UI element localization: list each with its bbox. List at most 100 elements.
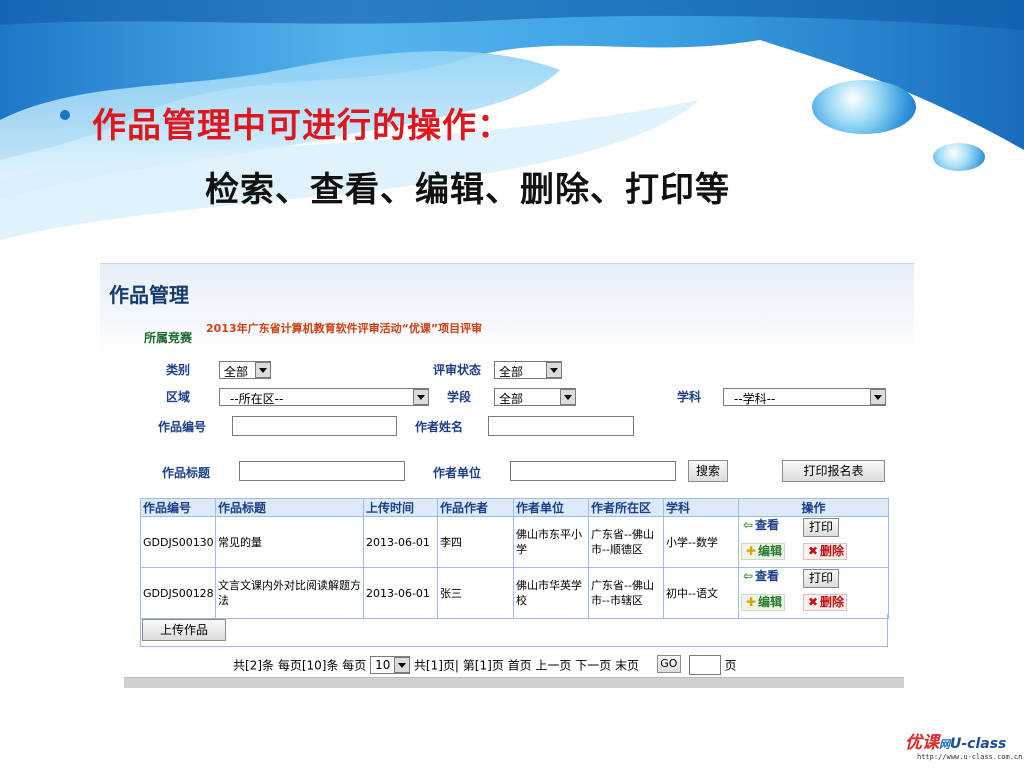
chevron-down-icon: [870, 389, 886, 405]
cell-work-title: 常见的量: [215, 516, 364, 568]
cell-author-unit: 佛山市华英学校: [513, 567, 589, 619]
cell-author: 李四: [437, 516, 514, 568]
stage-select[interactable]: 全部: [494, 388, 576, 406]
table-row: GDDJS00128 文言文课内外对比阅读解题方法 2013-06-01 张三 …: [140, 567, 889, 619]
per-page-select[interactable]: 10: [370, 656, 411, 674]
cell-author-unit: 佛山市东平小学: [513, 516, 589, 568]
review-status-label: 评审状态: [433, 363, 482, 377]
logo-text: 优课网U-class: [905, 728, 1022, 753]
page-number-input[interactable]: [688, 655, 721, 675]
column-header: 操作: [738, 498, 889, 517]
column-header[interactable]: 学科: [663, 498, 739, 517]
chevron-down-icon: [255, 362, 271, 378]
cell-subject: 小学--数学: [663, 516, 739, 568]
upload-row: 上传作品: [140, 614, 888, 647]
cell-work-id: GDDJS00130: [140, 516, 216, 568]
edit-label: 编辑: [758, 595, 783, 609]
work-id-input[interactable]: [232, 416, 397, 436]
delete-label: 删除: [820, 595, 845, 609]
bullet-icon: [60, 110, 70, 120]
delete-button[interactable]: ✖ 删除: [803, 594, 848, 611]
slide-title: 作品管理中可进行的操作：: [92, 106, 512, 146]
logo-url: http://www.u-class.com.cn: [917, 753, 1023, 761]
view-button[interactable]: ⇦ 查看: [741, 569, 779, 584]
cell-district: 广东省--佛山市--顺德区: [588, 516, 664, 568]
chevron-down-icon: [546, 362, 562, 378]
region-select[interactable]: --所在区--: [219, 388, 429, 406]
column-header[interactable]: 作品标题: [215, 498, 364, 517]
delete-button[interactable]: ✖ 删除: [803, 543, 848, 560]
cell-upload-time: 2013-06-01: [363, 516, 438, 568]
view-label: 查看: [755, 518, 780, 532]
work-management-panel: 作品管理 所属竞赛 2013年广东省计算机教育软件评审活动“优课”项目评审 类别…: [100, 263, 914, 688]
cell-actions: ⇦ 查看 打印 ✚ 编辑 ✖ 删除: [738, 516, 889, 568]
column-header[interactable]: 作者单位: [513, 498, 589, 517]
subject-label: 学科: [677, 390, 702, 404]
pager-summary: 共[2]条 每页[10]条 每页: [233, 658, 367, 673]
cell-work-id: GDDJS00128: [140, 567, 216, 619]
page-suffix: 页: [724, 658, 737, 673]
cell-work-title: 文言文课内外对比阅读解题方法: [215, 567, 364, 619]
author-name-input[interactable]: [488, 416, 634, 436]
work-title-input[interactable]: [239, 461, 405, 481]
works-table: 作品编号 作品标题 上传时间 作品作者 作者单位 作者所在区 学科 操作 GDD…: [140, 498, 889, 619]
print-list-button[interactable]: 打印报名表: [782, 460, 885, 482]
water-bubble-small: [933, 143, 985, 171]
review-status-select-value: 全部: [499, 365, 524, 379]
go-button[interactable]: GO: [656, 655, 681, 673]
bottom-scroll-bar: [124, 677, 904, 688]
logo-cn: 优课: [905, 733, 939, 753]
stage-label: 学段: [447, 390, 472, 404]
category-select[interactable]: 全部: [219, 361, 271, 379]
logo-mid: 网: [939, 738, 950, 751]
edit-label: 编辑: [758, 544, 783, 558]
view-label: 查看: [755, 569, 780, 583]
contest-label: 所属竞赛: [144, 331, 193, 345]
cell-district: 广东省--佛山市--市辖区: [588, 567, 664, 619]
print-button[interactable]: 打印: [803, 518, 840, 537]
edit-button[interactable]: ✚ 编辑: [741, 543, 786, 560]
region-select-value: --所在区--: [230, 392, 284, 406]
cell-upload-time: 2013-06-01: [363, 567, 438, 619]
review-status-select[interactable]: 全部: [494, 361, 562, 379]
cell-author: 张三: [437, 567, 514, 619]
plus-icon: ✚: [745, 595, 757, 609]
chevron-down-icon: [394, 657, 411, 673]
delete-x-icon: ✖: [807, 595, 819, 609]
region-label: 区域: [166, 390, 191, 404]
author-unit-label: 作者单位: [433, 466, 482, 480]
table-header-row: 作品编号 作品标题 上传时间 作品作者 作者单位 作者所在区 学科 操作: [140, 498, 889, 517]
work-id-label: 作品编号: [158, 420, 207, 434]
delete-x-icon: ✖: [807, 544, 819, 558]
column-header[interactable]: 上传时间: [363, 498, 438, 517]
column-header[interactable]: 作品作者: [437, 498, 514, 517]
arrow-left-icon: ⇦: [742, 518, 754, 532]
upload-work-button[interactable]: 上传作品: [142, 619, 226, 641]
chevron-down-icon: [413, 389, 429, 405]
plus-icon: ✚: [745, 544, 757, 558]
chevron-down-icon: [560, 389, 576, 405]
edit-button[interactable]: ✚ 编辑: [741, 594, 786, 611]
author-name-label: 作者姓名: [415, 420, 464, 434]
search-button[interactable]: 搜索: [688, 460, 728, 482]
pager: 共[2]条 每页[10]条 每页 10 共[1]页| 第[1]页 首页 上一页 …: [233, 655, 737, 676]
cell-subject: 初中--语文: [663, 567, 739, 619]
stage-select-value: 全部: [499, 392, 524, 406]
slide-subtitle: 检索、查看、编辑、删除、打印等: [205, 170, 730, 210]
print-button[interactable]: 打印: [803, 569, 840, 588]
delete-label: 删除: [820, 544, 845, 558]
pager-pages: 共[1]页| 第[1]页 首页 上一页 下一页 末页: [413, 658, 640, 673]
work-title-label: 作品标题: [162, 466, 211, 480]
author-unit-input[interactable]: [510, 461, 676, 481]
column-header[interactable]: 作者所在区: [588, 498, 664, 517]
subject-select[interactable]: --学科--: [723, 388, 886, 406]
category-select-value: 全部: [224, 365, 249, 379]
arrow-left-icon: ⇦: [742, 569, 754, 583]
u-class-logo: 优课网U-class http://www.u-class.com.cn: [905, 728, 1022, 761]
table-row: GDDJS00130 常见的量 2013-06-01 李四 佛山市东平小学 广东…: [140, 516, 889, 568]
panel-title: 作品管理: [109, 283, 189, 307]
logo-en: U-class: [950, 736, 1007, 752]
view-button[interactable]: ⇦ 查看: [741, 518, 779, 533]
column-header[interactable]: 作品编号: [140, 498, 216, 517]
subject-select-value: --学科--: [734, 392, 776, 406]
